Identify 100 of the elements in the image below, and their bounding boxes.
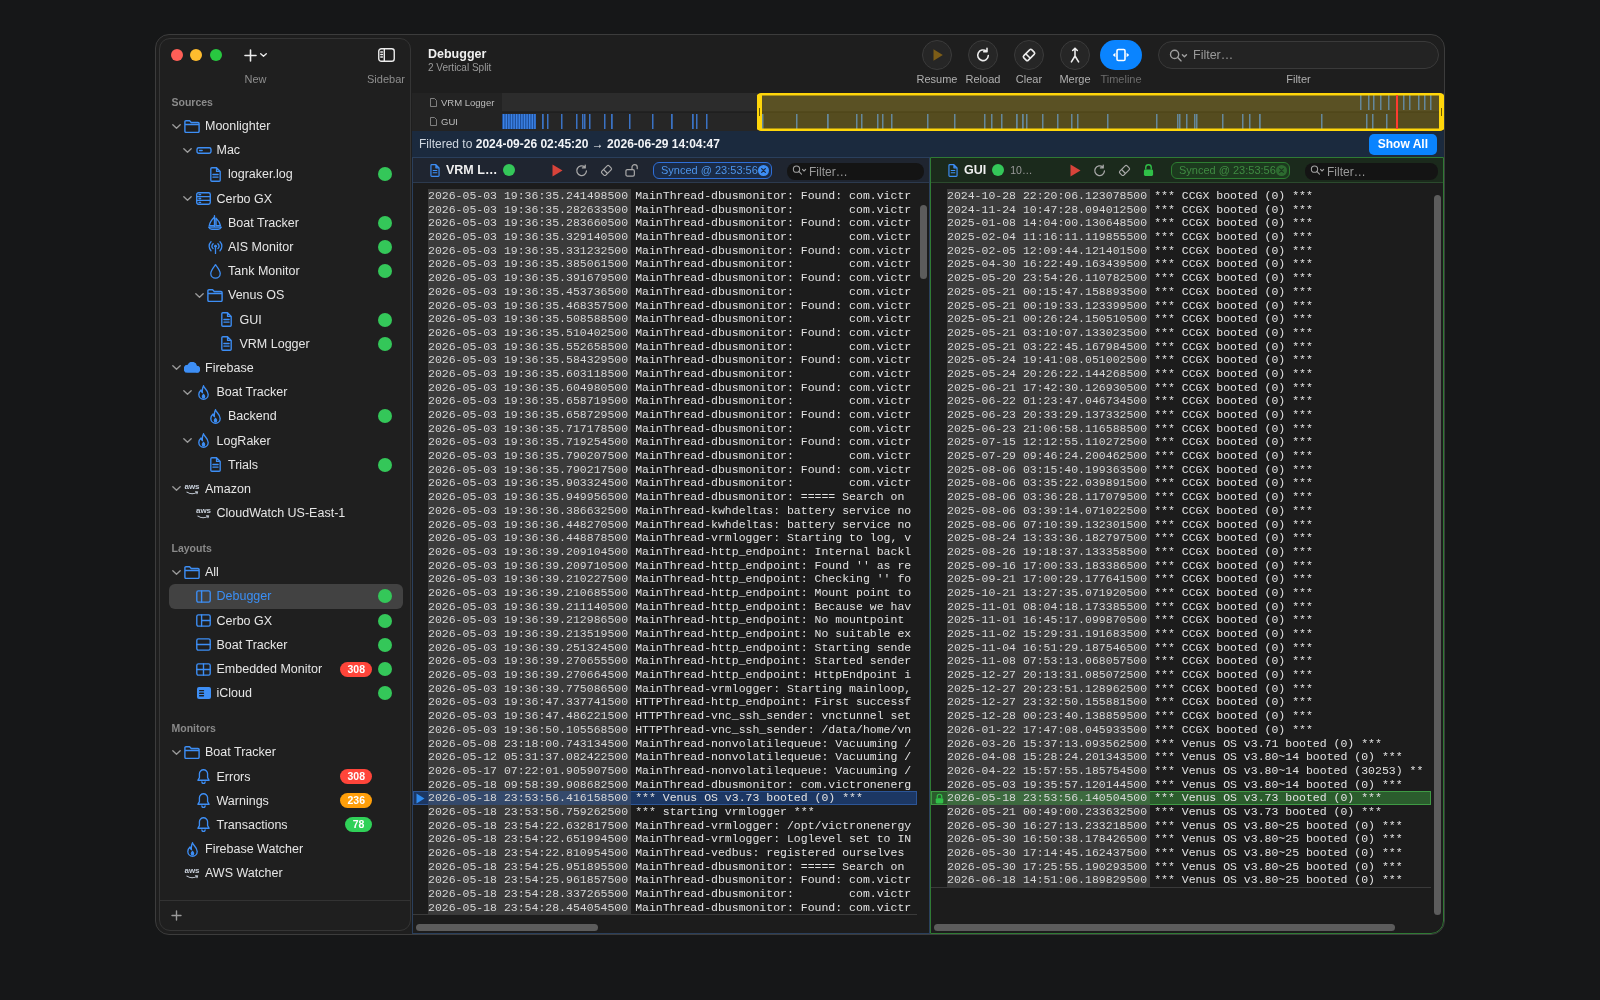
log-row[interactable]: 2025-04-30 16:22:49.163439500 *** CCGX booted (0) ***: [931, 257, 1431, 272]
log-row[interactable]: 2026-05-03 19:36:35.391679500 MainThread-dbusmonitor: Found: com.victr: [413, 271, 917, 285]
log-row[interactable]: 2026-05-12 05:31:37.082422500 MainThread-nonvolatilequeue: Vacuuming /: [413, 750, 917, 764]
log-row[interactable]: 2025-12-27 20:13:31.085072500 *** CCGX booted (0) ***: [931, 668, 1431, 682]
log-row[interactable]: 2026-05-03 19:36:39.209710500 MainThread-http_endpoint: Found '' as re: [413, 558, 917, 573]
log-row[interactable]: 2025-08-06 03:35:22.039891500 *** CCGX booted (0) ***: [931, 476, 1431, 491]
log-row[interactable]: 2026-06-18 14:51:06.189829500 *** Venus OS v3.80~25 booted (0) ***: [931, 873, 1431, 888]
log-row[interactable]: 2025-06-22 01:23:47.046734500 *** CCGX booted (0) ***: [931, 394, 1431, 408]
log-row[interactable]: 2026-05-03 19:36:39.270664500 MainThread-http_endpoint: HttpEndpoint i: [413, 668, 917, 682]
clear-button[interactable]: Clear: [1006, 35, 1052, 86]
log-row[interactable]: 2026-05-03 19:36:35.604980500 MainThread-dbusmonitor: Found: com.victr: [413, 380, 917, 395]
log-row[interactable]: 2025-05-21 00:26:24.150510500 *** CCGX booted (0) ***: [931, 312, 1431, 326]
sidebar-item[interactable]: aws AWS Watcher: [169, 861, 403, 886]
play-icon[interactable]: [552, 163, 563, 177]
log-row[interactable]: 2025-05-20 23:54:26.110782500 *** CCGX booted (0) ***: [931, 271, 1431, 285]
log-row[interactable]: 2025-02-05 12:09:44.121401500 *** CCGX booted (0) ***: [931, 243, 1431, 258]
sidebar-item[interactable]: Firebase Watcher: [169, 837, 403, 862]
log-row[interactable]: 2026-05-03 19:36:35.719254500 MainThread-dbusmonitor: Found: com.victr: [413, 435, 917, 450]
log-row[interactable]: 2025-11-02 15:29:31.191683500 *** CCGX booted (0) ***: [931, 627, 1431, 641]
log-row[interactable]: 2026-05-03 19:36:39.213519500 MainThread-http_endpoint: No suitable ex: [413, 627, 917, 641]
log-row[interactable]: 2025-05-24 20:26:22.144268500 *** CCGX booted (0) ***: [931, 366, 1431, 381]
log-row[interactable]: 2026-05-03 19:36:35.949956500 MainThread-dbusmonitor: ===== Search on: [413, 490, 917, 504]
log-row[interactable]: 2025-01-08 14:04:00.130648500 *** CCGX booted (0) ***: [931, 216, 1431, 231]
log-row[interactable]: 2026-05-30 16:27:13.233218500 *** Venus OS v3.80~25 booted (0) ***: [931, 818, 1431, 833]
log-row[interactable]: 2026-05-18 23:54:28.454054500 MainThread-dbusmonitor: Found: com.victr: [413, 900, 917, 915]
sidebar-item[interactable]: aws Amazon: [169, 476, 403, 501]
log-row[interactable]: 2026-05-03 19:36:35.241498500 MainThread-dbusmonitor: Found: com.victr: [413, 189, 917, 203]
padlock-icon[interactable]: [1143, 163, 1154, 177]
sidebar-item[interactable]: Backend: [169, 404, 403, 429]
chevron-icon[interactable]: [183, 389, 192, 395]
log-row[interactable]: 2026-05-30 16:50:38.178426500 *** Venus OS v3.80~25 booted (0) ***: [931, 832, 1431, 846]
log-row[interactable]: 2026-05-18 23:54:22.651994500 MainThread-vrmlogger: Loglevel set to IN: [413, 832, 917, 846]
log-row[interactable]: 2026-05-03 19:36:39.210227500 MainThread-http_endpoint: Checking '' fo: [413, 572, 917, 586]
log-row[interactable]: 2026-05-03 19:36:35.331232500 MainThread-dbusmonitor: Found: com.victr: [413, 243, 917, 258]
log-row[interactable]: 2026-05-03 19:36:35.453736500 MainThread-dbusmonitor: com.victr: [413, 284, 917, 299]
log-row[interactable]: 2025-12-28 00:23:40.138859500 *** CCGX booted (0) ***: [931, 709, 1431, 723]
log-row[interactable]: 2026-05-03 19:36:35.790207500 MainThread-dbusmonitor: com.victr: [413, 449, 917, 463]
close-icon[interactable]: [170, 49, 183, 61]
log-row[interactable]: 2026-05-03 19:36:35.790217500 MainThread-dbusmonitor: Found: com.victr: [413, 462, 917, 477]
log-row[interactable]: 2026-03-26 15:37:13.093562500 *** Venus OS v3.71 booted (0) ***: [931, 736, 1431, 751]
chevron-icon[interactable]: [171, 365, 181, 371]
log-row[interactable]: 2026-05-03 19:36:35.282633500 MainThread-dbusmonitor: com.victr: [413, 202, 917, 217]
log-row[interactable]: 2026-05-18 23:53:56.416158500 *** Venus OS v3.73 booted (0) ***: [413, 791, 917, 805]
log-row[interactable]: 2026-05-03 19:36:35.510402500 MainThread-dbusmonitor: Found: com.victr: [413, 325, 917, 340]
reload-button[interactable]: Reload: [960, 35, 1006, 86]
sidebar-item[interactable]: Mac: [169, 138, 403, 163]
sidebar-item[interactable]: aws CloudWatch US-East-1: [169, 501, 403, 526]
log-row[interactable]: 2026-05-03 19:36:47.337741500 HTTPThread-http_endpoint: First successf: [413, 695, 917, 710]
new-button[interactable]: New: [235, 39, 276, 86]
sidebar-item[interactable]: Boat Tracker: [169, 210, 403, 235]
log-row[interactable]: 2025-11-08 07:53:13.068057500 *** CCGX booted (0) ***: [931, 654, 1431, 669]
eraser-icon[interactable]: [1118, 163, 1131, 177]
log-row[interactable]: 2026-05-03 19:36:39.270655500 MainThread-http_endpoint: Started sender: [413, 654, 917, 669]
log-row[interactable]: 2025-11-01 08:04:18.173385500 *** CCGX booted (0) ***: [931, 599, 1431, 614]
sidebar-button[interactable]: Sidebar: [362, 39, 410, 86]
log-row[interactable]: 2024-11-24 10:47:28.094012500 *** CCGX booted (0) ***: [931, 202, 1431, 217]
chevron-icon[interactable]: [171, 486, 181, 492]
log-row[interactable]: 2026-05-03 19:36:35.903324500 MainThread-dbusmonitor: com.victr: [413, 476, 917, 491]
log-row[interactable]: 2026-05-03 19:36:35.658729500 MainThread-dbusmonitor: Found: com.victr: [413, 408, 917, 422]
log-row[interactable]: 2026-05-03 19:36:39.212986500 MainThread-http_endpoint: No mountpoint: [413, 613, 917, 627]
sidebar-item[interactable]: Cerbo GX: [169, 608, 403, 633]
sidebar-item[interactable]: Errors 308: [169, 764, 403, 789]
scrollbar-thumb[interactable]: [1433, 195, 1441, 915]
sidebar-item[interactable]: iCloud: [169, 681, 403, 706]
show-all-button[interactable]: Show All: [1368, 133, 1437, 155]
log-row[interactable]: 2026-05-18 23:54:25.951895500 MainThread-dbusmonitor: ===== Search on: [413, 859, 917, 874]
sidebar-item[interactable]: Transactions 78: [169, 812, 403, 838]
log-row[interactable]: 2026-05-03 19:36:39.251324500 MainThread-http_endpoint: Starting sende: [413, 640, 917, 655]
log-row[interactable]: 2026-05-18 09:58:39.908682500 MainThread-dbusmonitor: com.victronenerg: [413, 777, 917, 792]
log-row[interactable]: 2026-05-03 19:36:35.584329500 MainThread-dbusmonitor: Found: com.victr: [413, 353, 917, 367]
log-row[interactable]: 2026-05-03 19:36:39.210685500 MainThread-http_endpoint: Mount point to: [413, 585, 917, 600]
log-row[interactable]: 2025-08-06 07:10:39.132301500 *** CCGX booted (0) ***: [931, 517, 1431, 532]
sidebar-item[interactable]: Venus OS: [169, 283, 403, 308]
log-row[interactable]: 2026-05-03 19:36:47.486221500 HTTPThread-vnc_ssh_sender: vnctunnel set: [413, 709, 917, 723]
log-row[interactable]: 2026-05-03 19:36:35.508588500 MainThread-dbusmonitor: com.victr: [413, 312, 917, 326]
event-timeline[interactable]: [502, 93, 1444, 131]
log-row[interactable]: 2026-05-21 00:49:00.233632500 *** Venus OS v3.73 booted (0) ***: [931, 804, 1431, 819]
log-row[interactable]: 2025-09-16 17:00:33.183386500 *** CCGX booted (0) ***: [931, 558, 1431, 573]
log-row[interactable]: 2025-06-23 20:33:29.137332500 *** CCGX booted (0) ***: [931, 408, 1431, 422]
close-circle-icon[interactable]: [757, 164, 769, 176]
plus-icon[interactable]: [171, 910, 182, 921]
log-row[interactable]: 2026-05-18 23:54:22.810954500 MainThread-vedbus: registered ourselves: [413, 846, 917, 860]
log-row[interactable]: 2025-05-21 00:15:47.158893500 *** CCGX booted (0) ***: [931, 284, 1431, 299]
chevron-icon[interactable]: [171, 749, 181, 755]
log-row[interactable]: 2026-05-03 19:36:39.775086500 MainThread-vrmlogger: Starting mainloop,: [413, 681, 917, 696]
filter-field[interactable]: Filter…: [1305, 163, 1438, 180]
play-icon[interactable]: [1070, 163, 1081, 177]
sidebar-item[interactable]: lograker.log: [169, 162, 403, 187]
log-row[interactable]: 2025-02-04 11:16:11.119855500 *** CCGX booted (0) ***: [931, 230, 1431, 244]
log-row[interactable]: 2025-08-06 03:36:28.117079500 *** CCGX booted (0) ***: [931, 490, 1431, 504]
chevron-icon[interactable]: [171, 569, 181, 575]
log-row[interactable]: 2026-05-03 19:36:35.717178500 MainThread-dbusmonitor: com.victr: [413, 421, 917, 436]
scrollbar-thumb[interactable]: [934, 923, 1395, 931]
log-row[interactable]: 2025-11-01 16:45:17.099870500 *** CCGX booted (0) ***: [931, 613, 1431, 627]
sidebar-item[interactable]: Boat Tracker: [169, 740, 403, 765]
filter-field[interactable]: Filter…: [787, 163, 924, 180]
log-row[interactable]: 2026-01-22 17:47:08.045933500 *** CCGX booted (0) ***: [931, 722, 1431, 737]
log-row[interactable]: 2026-05-03 19:36:35.385061500 MainThread-dbusmonitor: com.victr: [413, 257, 917, 272]
log-row[interactable]: 2026-05-30 17:25:55.190293500 *** Venus OS v3.80~25 booted (0) ***: [931, 859, 1431, 874]
log-row[interactable]: 2025-05-21 03:22:45.167984500 *** CCGX booted (0) ***: [931, 339, 1431, 354]
